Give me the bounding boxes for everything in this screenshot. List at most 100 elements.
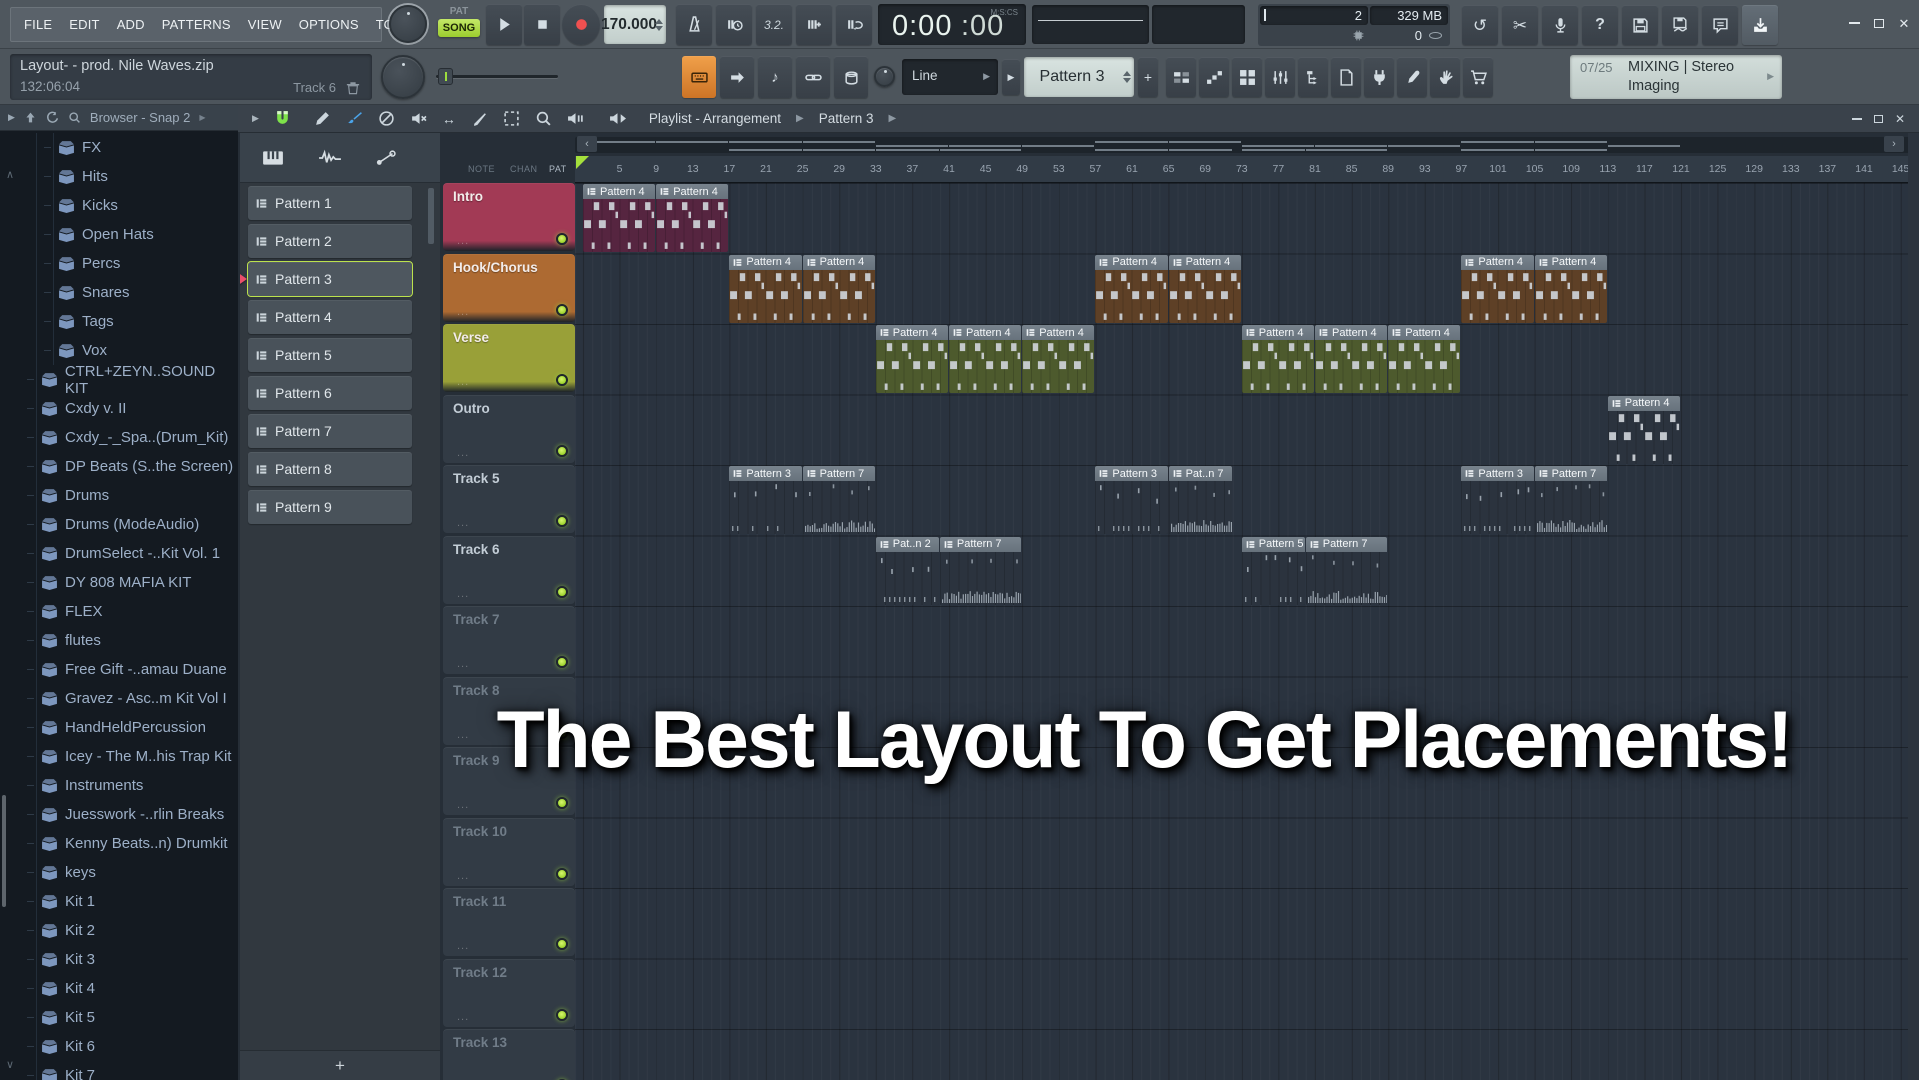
pattern-menu-button[interactable]: ▶ (1002, 59, 1020, 95)
menu-item-edit[interactable]: EDIT (69, 17, 99, 32)
countdown-button[interactable]: 3.2. (756, 4, 792, 45)
track-enable-led[interactable] (556, 938, 568, 950)
feedback-button[interactable] (1702, 5, 1738, 45)
browser-item[interactable]: Cxdy_-_Spa..(Drum_Kit) (0, 423, 238, 452)
link-button[interactable] (796, 56, 830, 98)
browser-item[interactable]: Hits (0, 162, 238, 191)
browser-item[interactable]: Juesswork -..rlin Breaks (0, 800, 238, 829)
browser-item[interactable]: Drums (ModeAudio) (0, 510, 238, 539)
playlist-clip[interactable]: Pattern 5 (1242, 537, 1305, 605)
playlist-maximize-icon[interactable] (1874, 115, 1883, 123)
typing-keyboard-button[interactable] (682, 56, 716, 98)
pattern-add-button[interactable]: + (335, 1056, 345, 1076)
browser-item[interactable]: Gravez - Asc..m Kit Vol I (0, 684, 238, 713)
undo-button[interactable]: ↺ (1462, 5, 1498, 45)
clip-menu-icon[interactable] (944, 540, 953, 549)
playlist-clip[interactable]: Pattern 4 (949, 325, 1021, 393)
window-close-button[interactable]: ✕ (1893, 14, 1915, 32)
shop-button[interactable] (1463, 57, 1493, 97)
browser-item[interactable]: Snares (0, 278, 238, 307)
browser-item[interactable]: DY 808 MAFIA KIT (0, 568, 238, 597)
playlist-clip[interactable]: Pattern 4 (1022, 325, 1094, 393)
browser-item[interactable]: Icey - The M..his Trap Kit (0, 742, 238, 771)
paint-brush-icon[interactable] (346, 110, 363, 127)
metronome-button[interactable] (676, 4, 712, 45)
browser-item[interactable]: flutes (0, 626, 238, 655)
track-enable-led[interactable] (556, 797, 568, 809)
browser-item[interactable]: Kit 1 (0, 887, 238, 916)
tempo-spinner[interactable] (655, 5, 663, 44)
playlist-clip[interactable]: Pattern 3 (1461, 466, 1533, 534)
pat-mode-label[interactable]: PAT (436, 4, 482, 17)
pattern-list-item[interactable]: Pattern 9 (248, 490, 412, 524)
track-options-label[interactable]: ... (457, 940, 469, 952)
browser-item[interactable]: Kit 7 (0, 1061, 238, 1080)
shuffle-slider-track[interactable] (436, 75, 558, 78)
clip-menu-icon[interactable] (1099, 258, 1108, 267)
clip-menu-icon[interactable] (1465, 469, 1474, 478)
browser-item[interactable]: Free Gift -..amau Duane (0, 655, 238, 684)
browser-item[interactable]: Kit 3 (0, 945, 238, 974)
track-enable-led[interactable] (556, 868, 568, 880)
playlist-clip[interactable]: Pattern 4 (1461, 255, 1533, 323)
clip-menu-icon[interactable] (660, 187, 669, 196)
playlist-clip[interactable]: Pattern 7 (1306, 537, 1387, 605)
help-button[interactable]: ? (1582, 5, 1618, 45)
track-enable-led[interactable] (556, 656, 568, 668)
playlist-clip[interactable]: Pat..n 7 (1169, 466, 1232, 534)
clip-menu-icon[interactable] (1539, 258, 1548, 267)
stop-button[interactable] (524, 4, 560, 45)
draw-pencil-icon[interactable] (314, 110, 331, 127)
track-enable-led[interactable] (556, 515, 568, 527)
search-icon[interactable] (68, 111, 81, 124)
track-enable-led[interactable] (556, 586, 568, 598)
track-enable-led[interactable] (556, 445, 568, 457)
browser-item[interactable]: Kit 2 (0, 916, 238, 945)
track-enable-led[interactable] (556, 233, 568, 245)
browser-item[interactable]: CTRL+ZEYN..SOUND KIT (0, 365, 238, 394)
browser-item[interactable]: Instruments (0, 771, 238, 800)
playlist-clip[interactable]: Pattern 3 (729, 466, 801, 534)
playhead-marker[interactable] (576, 156, 589, 169)
playlist-clip[interactable]: Pattern 4 (729, 255, 801, 323)
tempo-value[interactable]: 170.000 (604, 5, 654, 44)
playlist-clip[interactable]: Pat..n 2 (876, 537, 939, 605)
playlist-clip[interactable]: Pattern 4 (1242, 325, 1314, 393)
clip-menu-icon[interactable] (953, 328, 962, 337)
track-enable-led[interactable] (556, 1009, 568, 1021)
browser-item[interactable]: Kit 4 (0, 974, 238, 1003)
clip-menu-icon[interactable] (880, 328, 889, 337)
browser-item[interactable]: Open Hats (0, 220, 238, 249)
wait-for-input-button[interactable] (716, 4, 752, 45)
clip-menu-icon[interactable] (807, 258, 816, 267)
playlist-clip[interactable]: Pattern 4 (583, 184, 655, 252)
project-files-button[interactable] (1331, 57, 1361, 97)
clip-menu-icon[interactable] (733, 469, 742, 478)
loop-record-button[interactable] (836, 4, 872, 45)
add-pattern-button[interactable]: + (1138, 57, 1158, 97)
mixer-button[interactable] (1265, 57, 1295, 97)
picker-button[interactable] (1166, 57, 1196, 97)
mini-knob[interactable] (874, 66, 895, 87)
drum-mode-button[interactable] (834, 56, 868, 98)
main-volume-knob[interactable] (389, 5, 427, 43)
clip-menu-icon[interactable] (1246, 328, 1255, 337)
track-header-track-10[interactable]: Track 10... (443, 818, 575, 886)
scroll-right-button[interactable]: › (1884, 136, 1904, 152)
window-minimize-button[interactable] (1843, 14, 1865, 32)
playlist-clip[interactable]: Pattern 4 (1315, 325, 1387, 393)
record-audio-button[interactable] (1542, 5, 1578, 45)
track-header-intro[interactable]: Intro... (443, 183, 575, 251)
clip-menu-icon[interactable] (807, 469, 816, 478)
track-options-label[interactable]: ... (457, 658, 469, 670)
browser-item[interactable]: Drums (0, 481, 238, 510)
pattern-list-item[interactable]: Pattern 2 (248, 224, 412, 258)
track-options-label[interactable]: ... (457, 517, 469, 529)
track-header-track-13[interactable]: Track 13... (443, 1029, 575, 1080)
clip-menu-icon[interactable] (1465, 258, 1474, 267)
channel-rack-button[interactable] (1232, 57, 1262, 97)
clip-menu-icon[interactable] (1246, 540, 1255, 549)
browser-item[interactable]: Cxdy v. II (0, 394, 238, 423)
shuffle-slider-thumb[interactable] (438, 68, 453, 85)
playlist-clip[interactable]: Pattern 4 (803, 255, 875, 323)
